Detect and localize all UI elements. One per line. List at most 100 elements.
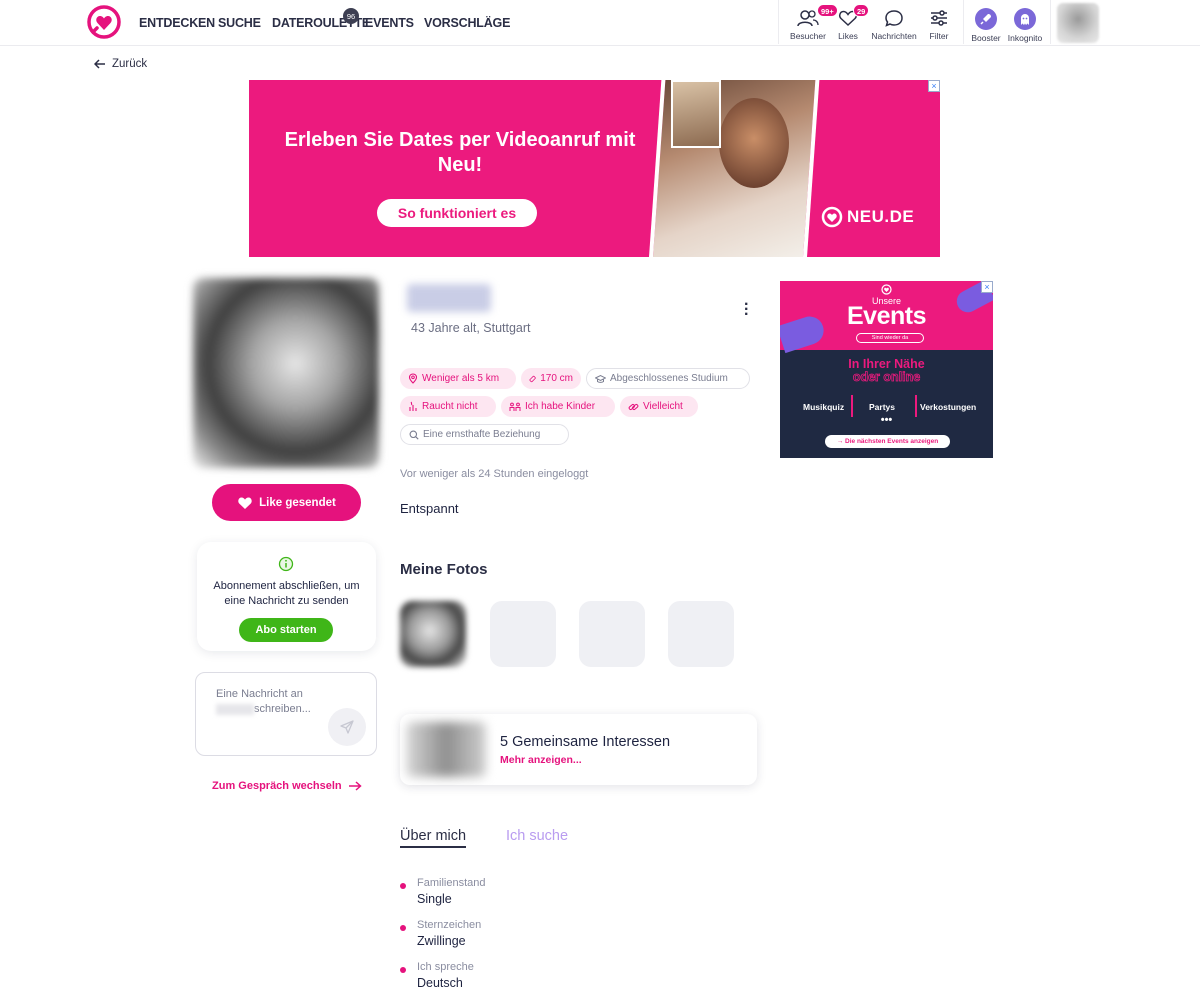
sliders-icon — [931, 10, 947, 26]
nav-entdecken[interactable]: ENTDECKEN — [139, 0, 215, 46]
info-icon — [278, 556, 294, 572]
events-ad-item: Partys — [869, 402, 895, 412]
banner-title: Erleben Sie Dates per Videoanruf mit Neu… — [284, 129, 636, 176]
likes-count-badge: 29 — [853, 4, 870, 17]
photo-placeholder — [490, 601, 556, 667]
neu-logo-icon — [821, 206, 843, 228]
events-ad-item: Verkostungen — [920, 402, 977, 412]
tab-about-me[interactable]: Über mich — [400, 828, 467, 848]
photo-placeholder — [579, 601, 645, 667]
switch-link-label: Zum Gespräch wechseln — [212, 780, 342, 792]
banner-brand-logo: NEU.DE — [821, 206, 914, 228]
chip-education: Abgeschlossenes Studium — [586, 368, 750, 389]
chip-distance: Weniger als 5 km — [400, 368, 516, 389]
events-ad-cta-button[interactable]: → Die nächsten Events anzeigen — [825, 435, 950, 448]
interests-title: 5 Gemeinsame Interessen — [500, 734, 671, 750]
events-ad-title: Events — [847, 302, 926, 330]
ad-close-button[interactable]: × — [981, 281, 993, 293]
message-input[interactable]: Eine Nachricht an schreiben... — [195, 672, 377, 756]
blurred-name — [216, 703, 254, 715]
header-inkognito-button[interactable]: Inkognito — [999, 8, 1051, 43]
bullet-dot — [400, 925, 406, 931]
chip-height: 170 cm — [521, 368, 581, 389]
header-divider — [1050, 0, 1051, 44]
chat-bubble-icon — [885, 10, 903, 27]
no-smoking-icon — [409, 401, 417, 411]
profile-age-location: 43 Jahre alt, Stuttgart — [411, 321, 531, 335]
start-subscription-button[interactable]: Abo starten — [239, 618, 333, 642]
dateroulette-count-badge: 96 — [343, 8, 359, 24]
profile-mood: Entspannt — [400, 501, 459, 516]
attribute-value: Single — [417, 892, 452, 906]
events-ad[interactable]: Unsere Events Sind wieder da In Ihrer Nä… — [780, 281, 993, 458]
bullet-dot — [400, 883, 406, 889]
header-filter-button[interactable]: Filter — [913, 8, 965, 41]
ad-close-button[interactable]: × — [928, 80, 940, 92]
header-likes-button[interactable]: 29 Likes — [822, 4, 874, 41]
nav-vorschlaege[interactable]: VORSCHLÄGE — [424, 0, 510, 46]
graduation-cap-icon — [595, 374, 606, 383]
video-date-ad-banner[interactable]: Erleben Sie Dates per Videoanruf mit Neu… — [249, 80, 940, 257]
subscription-card: Abonnement abschließen, um eine Nachrich… — [197, 542, 376, 651]
like-sent-button[interactable]: Like gesendet — [212, 484, 361, 521]
common-interests-card[interactable]: 5 Gemeinsame Interessen Mehr anzeigen... — [400, 714, 757, 785]
show-more-link[interactable]: Mehr anzeigen... — [500, 754, 582, 766]
neu-logo-icon — [881, 284, 892, 295]
subscription-text: Abonnement abschließen, um eine Nachrich… — [213, 580, 360, 607]
chip-maybe: Vielleicht — [620, 396, 698, 417]
banner-cta-button[interactable]: So funktioniert es — [377, 199, 537, 227]
events-ad-ellipsis: ••• — [880, 414, 893, 426]
more-options-button[interactable]: · · · — [744, 297, 752, 323]
last-login-status: Vor weniger als 24 Stunden eingeloggt — [400, 468, 589, 480]
chip-children: Ich habe Kinder — [501, 396, 615, 417]
profile-main-photo[interactable] — [193, 278, 379, 468]
neu-logo-icon[interactable] — [87, 5, 121, 39]
location-pin-icon — [408, 373, 418, 384]
search-icon — [409, 430, 419, 440]
arrow-left-icon — [94, 59, 105, 69]
interests-image — [406, 722, 486, 777]
photo-thumbnail[interactable] — [400, 601, 466, 667]
events-ad-pill: Sind wieder da — [856, 333, 924, 343]
paper-plane-icon — [340, 720, 354, 734]
rocket-icon — [975, 8, 997, 30]
chip-relationship-goal: Eine ernsthafte Beziehung — [400, 424, 569, 445]
attribute-label: Familienstand — [417, 877, 486, 889]
likes-label: Likes — [838, 31, 858, 41]
visitors-icon — [797, 10, 819, 27]
back-label: Zurück — [112, 58, 148, 70]
ghost-icon — [1014, 8, 1036, 30]
photo-placeholder — [668, 601, 734, 667]
nav-dateroulette[interactable]: DATEROULETTE — [272, 0, 370, 46]
arrow-right-icon — [348, 781, 362, 791]
message-placeholder: Eine Nachricht an schreiben... — [216, 688, 311, 715]
events-ad-item: Musikquiz — [803, 402, 845, 412]
back-link[interactable]: Zurück — [94, 58, 147, 70]
user-avatar[interactable] — [1057, 3, 1099, 43]
family-icon — [509, 402, 521, 411]
banner-man-thumbnail — [671, 80, 721, 148]
events-ad-subtitle-outline: oder online — [852, 370, 921, 384]
banner-brand-text: NEU.DE — [847, 207, 915, 226]
bullet-dot — [400, 967, 406, 973]
inkognito-label: Inkognito — [1007, 33, 1043, 43]
link-icon — [628, 403, 639, 410]
banner-woman-image — [719, 98, 789, 188]
filter-label: Filter — [929, 31, 949, 41]
like-button-label: Like gesendet — [259, 496, 336, 509]
attribute-label: Ich spreche — [417, 961, 474, 973]
attribute-label: Sternzeichen — [417, 919, 482, 931]
tab-looking-for[interactable]: Ich suche — [506, 828, 568, 844]
profile-name-blurred — [407, 284, 491, 312]
ruler-icon — [529, 375, 536, 382]
nav-suche[interactable]: SUCHE — [218, 0, 261, 46]
top-navigation-bar: ENTDECKEN SUCHE DATEROULETTE 96 EVENTS V… — [0, 0, 1200, 46]
send-message-button[interactable] — [328, 708, 366, 746]
switch-to-conversation-link[interactable]: Zum Gespräch wechseln — [212, 780, 362, 792]
header-divider — [778, 0, 779, 44]
attribute-value: Zwillinge — [417, 934, 466, 948]
nav-events[interactable]: EVENTS — [365, 0, 414, 46]
attribute-value: Deutsch — [417, 976, 463, 990]
chip-smoking: Raucht nicht — [400, 396, 496, 417]
photos-section-title: Meine Fotos — [400, 561, 488, 578]
